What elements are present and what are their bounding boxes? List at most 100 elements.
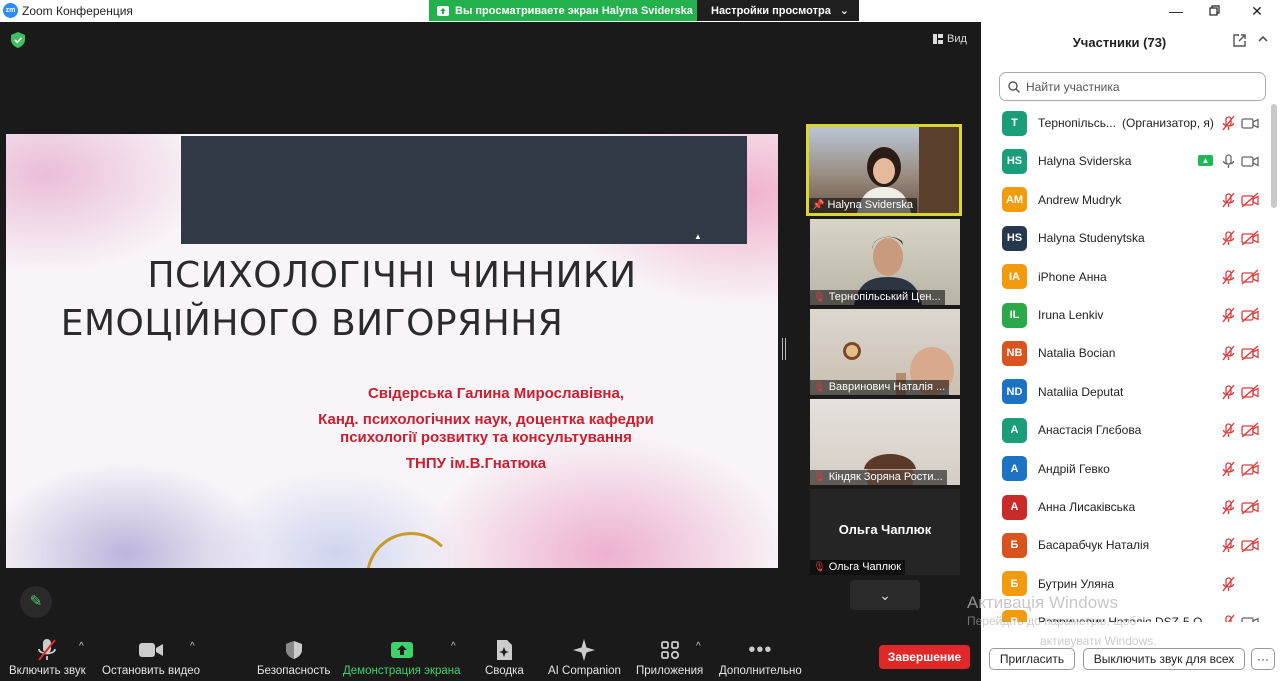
participant-display-name: Тернопільсь... (1038, 116, 1116, 130)
zoom-logo-icon: zm (3, 3, 18, 18)
participant-name: Nataliia Deputat (1038, 385, 1123, 399)
video-off-icon[interactable] (1241, 499, 1259, 520)
participant-display-name: Анастасія Глєбова (1038, 423, 1142, 438)
video-off-icon[interactable] (1241, 345, 1259, 366)
security-button[interactable]: Безопасность (257, 637, 330, 677)
more-options-button[interactable]: ··· (1251, 648, 1275, 670)
participant-name: Iruna Lenkiv (1038, 308, 1103, 322)
view-label: Вид (947, 33, 967, 45)
video-off-icon[interactable] (1241, 461, 1259, 482)
more-label: Дополнительно (719, 665, 802, 677)
participant-row[interactable]: Б Басарабчук Наталія (981, 526, 1271, 564)
participant-row[interactable]: А Анна Лисаківська (981, 488, 1271, 526)
mute-all-button[interactable]: Выключить звук для всех (1083, 648, 1245, 670)
unmute-button[interactable]: Включить звук (9, 637, 86, 677)
invite-button[interactable]: Пригласить (989, 648, 1075, 670)
close-window-button[interactable]: ✕ (1245, 1, 1269, 21)
shared-screen-slide: ▲ ПСИХОЛОГІЧНІ ЧИННИКИ ЕМОЦІЙНОГО ВИГОРЯ… (6, 134, 778, 568)
thumb-name: Вавринович Наталія ... (828, 381, 946, 393)
mic-off-icon[interactable] (1220, 384, 1236, 405)
maximize-button[interactable] (1202, 1, 1226, 21)
share-screen-button[interactable]: Демонстрация экрана (343, 637, 461, 677)
participant-search[interactable] (999, 72, 1266, 101)
end-meeting-button[interactable]: Завершение (879, 645, 970, 669)
mic-icon[interactable] (1220, 153, 1236, 174)
minimize-button[interactable]: — (1164, 1, 1188, 21)
apps-options-caret[interactable]: ^ (696, 641, 701, 652)
mic-off-icon[interactable] (1220, 576, 1236, 597)
slide-position-line2: психології розвитку та консультування (340, 429, 632, 446)
video-off-icon[interactable] (1241, 230, 1259, 251)
participant-row[interactable]: AM Andrew Mudryk (981, 181, 1271, 219)
mic-off-icon[interactable] (1220, 537, 1236, 558)
windows-activation-line2: Перейдіть до параметрів, щоб (967, 614, 1137, 628)
more-button[interactable]: ••• Дополнительно (719, 637, 802, 678)
participant-name: Анастасія Глєбова (1038, 423, 1141, 437)
close-panel-button[interactable] (1257, 32, 1269, 48)
video-thumb-vavrynovych[interactable]: 🎙 Вавринович Наталія ... (810, 309, 960, 395)
mic-off-icon[interactable] (1220, 461, 1236, 482)
search-input[interactable] (1026, 79, 1246, 94)
video-off-icon[interactable] (1241, 192, 1259, 213)
mic-off-icon[interactable] (1220, 269, 1236, 290)
participant-row[interactable]: T Тернопільсь... (Организатор, я) (981, 104, 1271, 142)
video-thumb-olha-chapliuk[interactable]: Ольга Чаплюк 🎙 Ольга Чаплюк (810, 489, 960, 575)
popout-icon[interactable] (1233, 34, 1246, 50)
video-camera-icon (138, 637, 164, 663)
share-options-caret[interactable]: ^ (451, 641, 456, 652)
participant-list-scrollbar[interactable] (1271, 104, 1277, 208)
mic-off-icon[interactable] (1220, 614, 1236, 622)
pin-icon: 📌 (812, 200, 825, 211)
video-off-icon[interactable] (1241, 422, 1259, 443)
video-off-icon[interactable] (1241, 384, 1259, 405)
participant-row[interactable]: ND Nataliia Deputat (981, 373, 1271, 411)
view-settings-dropdown[interactable]: Настройки просмотра ⌄ (697, 0, 859, 21)
video-thumb-ternopil[interactable]: 🎙 Тернопільський Цен... (810, 219, 960, 305)
ai-companion-label: AI Companion (548, 665, 621, 677)
slide-author: Свідерська Галина Мирославівна, (367, 385, 625, 402)
thumb-label: 🎙 Вавринович Наталія ... (810, 380, 950, 395)
mic-off-icon[interactable] (1220, 499, 1236, 520)
audio-options-caret[interactable]: ^ (79, 641, 84, 652)
mic-off-icon[interactable] (1220, 192, 1236, 213)
chevron-down-icon: ⌄ (839, 5, 849, 17)
video-off-icon[interactable] (1241, 307, 1259, 328)
apps-button[interactable]: Приложения (636, 637, 703, 677)
ai-companion-button[interactable]: AI Companion (548, 637, 621, 677)
participant-row[interactable]: А Андрій Гевко (981, 450, 1271, 488)
video-icon[interactable] (1241, 115, 1259, 136)
participant-row[interactable]: NB Natalia Bocian (981, 334, 1271, 372)
view-button[interactable]: Вид (933, 33, 967, 45)
participant-row[interactable]: HS Halyna Studenytska (981, 219, 1271, 257)
mic-off-icon[interactable] (1220, 345, 1236, 366)
scroll-thumbnails-down-button[interactable]: ⌄ (850, 580, 920, 610)
video-thumb-kindiak[interactable]: 🎙 Кіндяк Зоряна Рости... (810, 399, 960, 485)
thumb-label: 🎙 Кіндяк Зоряна Рости... (810, 470, 947, 485)
stop-video-button[interactable]: Остановить видео (102, 637, 200, 677)
encryption-shield-icon[interactable] (11, 32, 25, 48)
participant-display-name: Halyna Studenytska (1038, 231, 1145, 246)
annotate-pen-button[interactable]: ✎ (20, 586, 52, 618)
slide-position-line1: Канд. психологічних наук, доцентка кафед… (318, 411, 654, 428)
participant-row[interactable]: IA iPhone Анна (981, 258, 1271, 296)
summary-button[interactable]: Сводка (485, 637, 524, 677)
mic-off-icon[interactable] (1220, 230, 1236, 251)
panel-resize-handle[interactable] (782, 338, 786, 360)
apps-icon (660, 637, 680, 663)
mic-off-icon[interactable] (1220, 307, 1236, 328)
avatar: IL (1002, 302, 1027, 328)
mic-off-icon[interactable] (1220, 115, 1236, 136)
video-options-caret[interactable]: ^ (190, 641, 195, 652)
pencil-icon: ✎ (29, 593, 43, 610)
participant-row[interactable]: HS Halyna Sviderska ▲ (981, 142, 1271, 180)
mic-off-icon[interactable] (1220, 422, 1236, 443)
video-icon[interactable] (1241, 614, 1259, 622)
thumb-name: Halyna Sviderska (827, 199, 914, 211)
window-title: Zoom Конференция (22, 4, 133, 18)
video-off-icon[interactable] (1241, 269, 1259, 290)
participant-row[interactable]: IL Iruna Lenkiv (981, 296, 1271, 334)
video-off-icon[interactable] (1241, 537, 1259, 558)
video-thumb-halyna-sviderska[interactable]: 📌 Halyna Sviderska (806, 124, 962, 216)
video-icon[interactable] (1241, 153, 1259, 174)
participant-row[interactable]: А Анастасія Глєбова (981, 411, 1271, 449)
